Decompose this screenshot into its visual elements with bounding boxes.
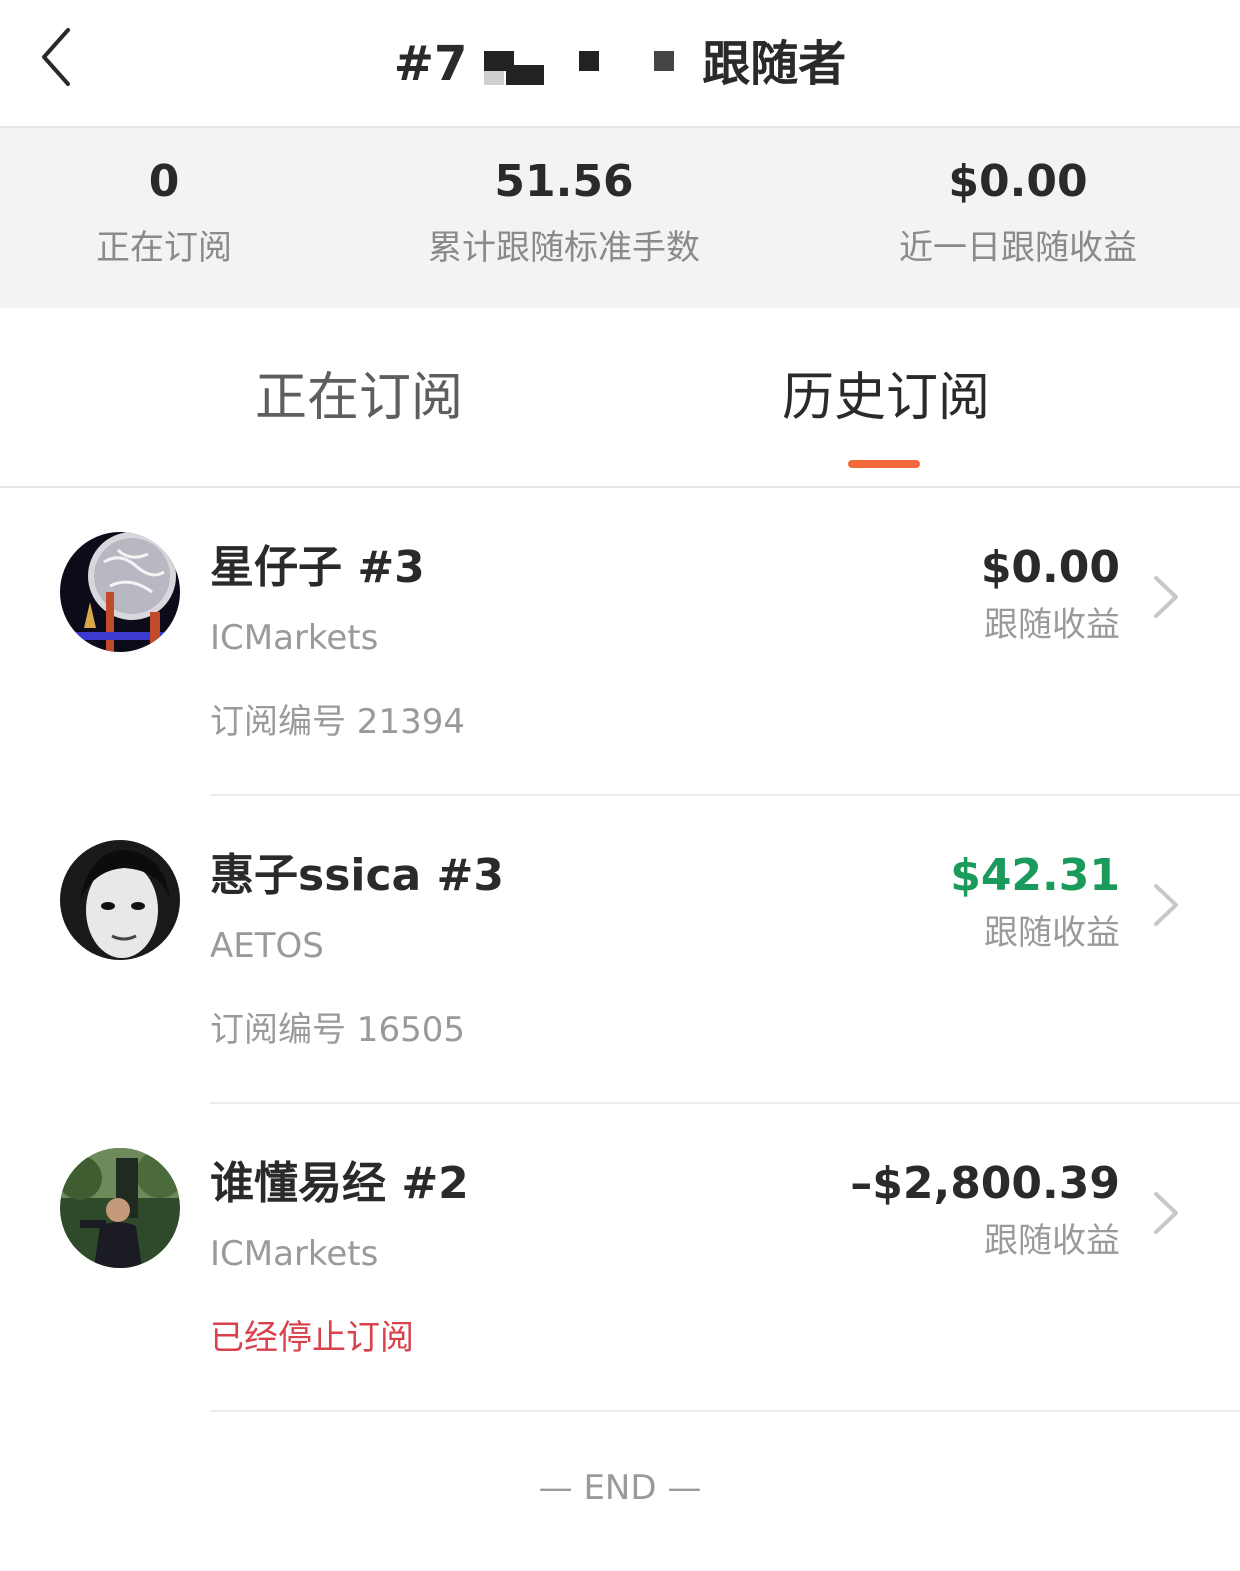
stat-current-subscriptions: 0 正在订阅	[64, 156, 264, 268]
chevron-right-icon	[1150, 1190, 1180, 1236]
subscription-tabs: 正在订阅 历史订阅	[0, 308, 1240, 488]
follow-profit-label: 跟随收益	[984, 1221, 1120, 1261]
stat-label: 累计跟随标准手数	[428, 228, 700, 268]
broker-name: AETOS	[210, 926, 324, 966]
trader-name: 谁懂易经 #2	[210, 1158, 469, 1209]
avatar	[60, 532, 180, 652]
stat-total-lots: 51.56 累计跟随标准手数	[414, 156, 714, 268]
stat-value: 51.56	[494, 156, 634, 207]
redaction-block	[653, 51, 674, 71]
page-title-suffix: 跟随者	[702, 36, 847, 92]
list-item[interactable]: 星仔子 #3 ICMarkets 订阅编号 21394 $0.00 跟随收益	[0, 488, 1240, 796]
stat-daily-profit: $0.00 近一日跟随收益	[868, 156, 1168, 268]
trader-name: 惠子ssica #3	[210, 850, 505, 901]
list-item[interactable]: 谁懂易经 #2 ICMarkets 已经停止订阅 –$2,800.39 跟随收益	[0, 1104, 1240, 1412]
page-title: #7 跟随者	[0, 24, 1240, 94]
subscription-id: 订阅编号 16505	[210, 1010, 465, 1050]
list-end-marker: — END —	[538, 1468, 702, 1508]
divider	[210, 1410, 1240, 1412]
follow-profit-value: –$2,800.39	[850, 1158, 1120, 1209]
chevron-right-icon	[1150, 574, 1180, 620]
stat-value: $0.00	[948, 156, 1088, 207]
top-nav-bar: #7 跟随者	[0, 0, 1240, 128]
stat-value: 0	[148, 156, 180, 207]
broker-name: ICMarkets	[210, 618, 379, 658]
avatar	[60, 840, 180, 960]
redaction-block	[484, 47, 545, 87]
subscription-stopped-status: 已经停止订阅	[210, 1318, 414, 1358]
page-title-prefix: #7	[393, 36, 468, 92]
subscription-id: 订阅编号 21394	[210, 702, 465, 742]
avatar	[60, 1148, 180, 1268]
active-tab-indicator	[848, 460, 920, 468]
tab-current-subscriptions[interactable]: 正在订阅	[255, 368, 463, 428]
stats-panel: 0 正在订阅 51.56 累计跟随标准手数 $0.00 近一日跟随收益	[0, 128, 1240, 308]
trader-name: 星仔子 #3	[210, 542, 425, 593]
stat-label: 正在订阅	[96, 228, 232, 268]
broker-name: ICMarkets	[210, 1234, 379, 1274]
follow-profit-value: $0.00	[980, 542, 1120, 593]
follow-profit-label: 跟随收益	[984, 605, 1120, 645]
tab-history-subscriptions[interactable]: 历史订阅	[782, 368, 990, 428]
subscription-list: 星仔子 #3 ICMarkets 订阅编号 21394 $0.00 跟随收益 惠…	[0, 488, 1240, 1412]
follow-profit-value: $42.31	[950, 850, 1120, 901]
follow-profit-label: 跟随收益	[984, 913, 1120, 953]
redaction-block	[578, 51, 599, 71]
stat-label: 近一日跟随收益	[899, 228, 1137, 268]
chevron-right-icon	[1150, 882, 1180, 928]
list-item[interactable]: 惠子ssica #3 AETOS 订阅编号 16505 $42.31 跟随收益	[0, 796, 1240, 1104]
